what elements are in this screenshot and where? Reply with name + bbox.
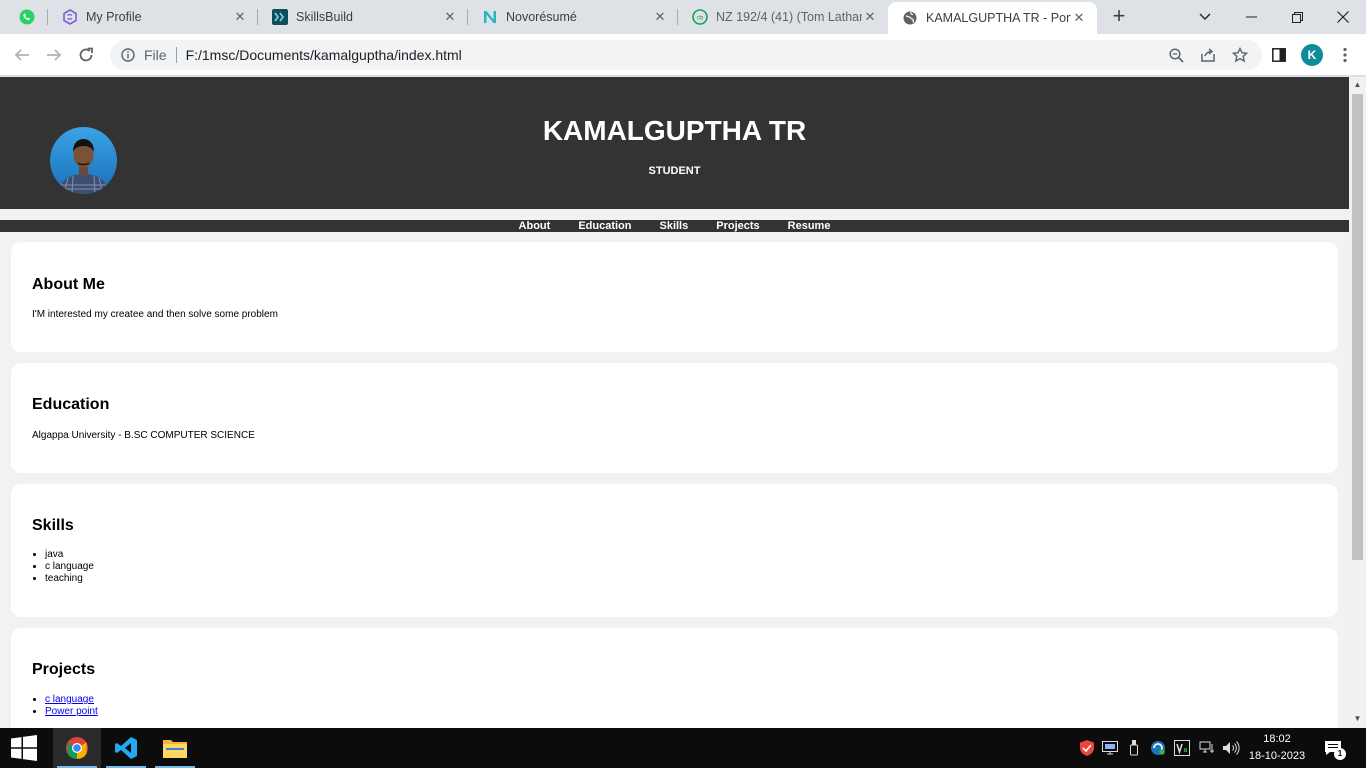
project-link[interactable]: Power point <box>45 706 98 717</box>
share-icon[interactable] <box>1200 47 1216 63</box>
tab-skillsbuild[interactable]: SkillsBuild ✕ <box>258 0 468 34</box>
education-text: Algappa University - B.SC COMPUTER SCIEN… <box>32 430 255 441</box>
list-item: Power point <box>45 706 98 718</box>
page-scrollbar[interactable]: ▲ ▼ <box>1349 77 1366 728</box>
tab-title: Novorésumé <box>506 10 577 24</box>
list-item: java <box>45 549 94 561</box>
site-owner-name: KAMALGUPTHA TR <box>542 115 807 146</box>
clock-date: 18-10-2023 <box>1248 750 1306 762</box>
browser-toolbar: File F:/1msc/Documents/kamalguptha/index… <box>0 34 1366 76</box>
address-divider <box>175 47 177 63</box>
list-item: c language <box>45 561 94 573</box>
globe-icon <box>902 10 918 26</box>
nav-link-projects[interactable]: Projects <box>716 220 759 232</box>
close-icon[interactable]: ✕ <box>1071 10 1087 26</box>
usb-device-icon[interactable] <box>1125 728 1143 768</box>
novoresume-icon <box>482 9 498 25</box>
projects-list: c language Power point <box>45 694 98 718</box>
skillsbuild-icon <box>272 9 288 25</box>
vscode-icon <box>115 737 137 759</box>
windows-taskbar: a 18:02 18-10-2023 1 <box>0 728 1366 768</box>
address-bar[interactable]: File F:/1msc/Documents/kamalguptha/index… <box>110 40 1262 70</box>
system-clock[interactable]: 18:02 18-10-2023 <box>1244 731 1310 765</box>
projects-section: Projects c language Power point <box>11 628 1338 728</box>
close-icon[interactable]: ✕ <box>862 9 878 25</box>
volume-icon[interactable] <box>1221 728 1241 768</box>
folder-icon <box>163 740 187 758</box>
site-owner-role: STUDENT <box>648 165 701 177</box>
projects-heading: Projects <box>32 661 96 678</box>
about-section: About Me I'M interested my createe and t… <box>11 242 1338 352</box>
tab-title: NZ 192/4 (41) (Tom Latham <box>716 10 862 24</box>
side-panel-icon[interactable] <box>1269 45 1289 65</box>
whatsapp-icon <box>19 9 35 25</box>
list-item: c language <box>45 694 98 706</box>
tab-novoresume[interactable]: Novorésumé ✕ <box>468 0 678 34</box>
network-icon[interactable] <box>1197 728 1217 768</box>
browser-tab-strip: My Profile ✕ SkillsBuild ✕ Novorésumé ✕ … <box>0 0 1366 34</box>
cricbuzz-icon: cb <box>692 9 708 25</box>
notification-count-badge: 1 <box>1334 748 1346 760</box>
profile-site-icon <box>62 9 78 25</box>
nav-link-resume[interactable]: Resume <box>788 220 831 232</box>
new-tab-button[interactable]: + <box>1107 5 1131 29</box>
profile-avatar[interactable]: K <box>1301 44 1323 66</box>
url-text[interactable]: F:/1msc/Documents/kamalguptha/index.html <box>186 47 462 63</box>
tab-search-chevron-down-icon[interactable] <box>1182 0 1228 34</box>
close-icon[interactable]: ✕ <box>232 9 248 25</box>
skills-heading: Skills <box>32 517 74 534</box>
start-button[interactable] <box>0 728 48 768</box>
tab-cricket-score[interactable]: cb NZ 192/4 (41) (Tom Latham ✕ <box>678 0 888 34</box>
tab-my-profile[interactable]: My Profile ✕ <box>48 0 258 34</box>
browser-extension-tray-icon[interactable] <box>1148 728 1168 768</box>
tab-whatsapp[interactable] <box>6 0 48 34</box>
security-shield-icon[interactable] <box>1078 728 1096 768</box>
tab-title: My Profile <box>86 10 142 24</box>
menu-kebab-icon[interactable] <box>1335 45 1355 65</box>
close-icon[interactable]: ✕ <box>442 9 458 25</box>
close-window-button[interactable] <box>1320 0 1366 34</box>
vpn-tray-icon[interactable]: a <box>1172 728 1192 768</box>
info-icon[interactable] <box>120 47 136 63</box>
back-button[interactable] <box>9 42 35 68</box>
monitor-app-icon[interactable] <box>1101 728 1119 768</box>
page-viewport: KAMALGUPTHA TR STUDENT About Education S… <box>0 77 1349 728</box>
bookmark-star-icon[interactable] <box>1232 47 1248 63</box>
scroll-down-arrow-icon[interactable]: ▼ <box>1353 715 1362 723</box>
taskbar-chrome[interactable] <box>53 728 101 768</box>
scheme-label: File <box>144 47 167 63</box>
chrome-icon <box>66 737 88 759</box>
skills-list: java c language teaching <box>45 549 94 585</box>
site-navigation: About Education Skills Projects Resume <box>0 220 1349 232</box>
clock-time: 18:02 <box>1263 733 1291 745</box>
nav-link-about[interactable]: About <box>519 220 551 232</box>
svg-text:cb: cb <box>697 16 704 22</box>
svg-text:a: a <box>1184 747 1188 754</box>
notification-center-icon[interactable]: 1 <box>1322 728 1346 768</box>
site-header: KAMALGUPTHA TR STUDENT <box>0 77 1349 209</box>
minimize-button[interactable] <box>1228 0 1274 34</box>
nav-link-skills[interactable]: Skills <box>659 220 688 232</box>
skills-section: Skills java c language teaching <box>11 484 1338 617</box>
close-icon[interactable]: ✕ <box>652 9 668 25</box>
taskbar-vscode[interactable] <box>102 728 150 768</box>
tab-title: KAMALGUPTHA TR - Portfo <box>926 11 1071 25</box>
forward-button[interactable] <box>41 42 67 68</box>
scrollbar-thumb[interactable] <box>1352 94 1363 560</box>
project-link[interactable]: c language <box>45 694 94 705</box>
taskbar-file-explorer[interactable] <box>151 728 199 768</box>
tab-title: SkillsBuild <box>296 10 353 24</box>
restore-button[interactable] <box>1274 0 1320 34</box>
education-heading: Education <box>32 396 110 413</box>
nav-link-education[interactable]: Education <box>578 220 631 232</box>
zoom-icon[interactable] <box>1168 47 1184 63</box>
education-section: Education Algappa University - B.SC COMP… <box>11 363 1338 473</box>
reload-button[interactable] <box>73 42 99 68</box>
list-item: teaching <box>45 573 94 585</box>
about-heading: About Me <box>32 276 105 293</box>
about-text: I'M interested my createe and then solve… <box>32 309 278 320</box>
scroll-up-arrow-icon[interactable]: ▲ <box>1353 81 1362 89</box>
tab-portfolio-active[interactable]: KAMALGUPTHA TR - Portfo ✕ <box>888 2 1097 34</box>
